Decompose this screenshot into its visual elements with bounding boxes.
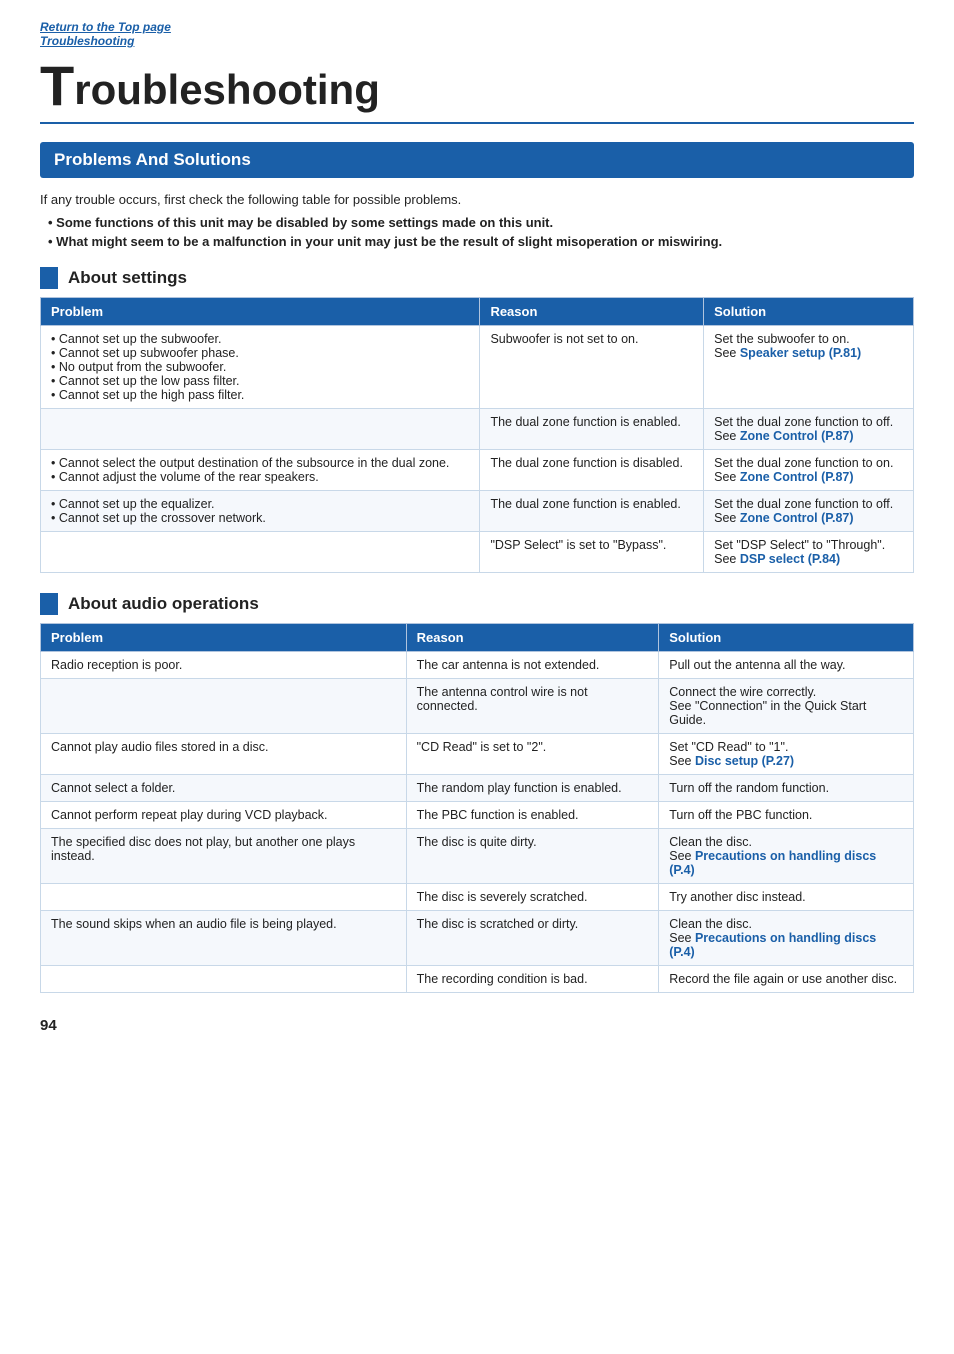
audio-table-row: The disc is severely scratched.Try anoth… xyxy=(41,884,914,911)
settings-reason-cell: The dual zone function is enabled. xyxy=(480,409,704,450)
audio-solution-cell: Pull out the antenna all the way. xyxy=(659,652,914,679)
breadcrumb-link-top[interactable]: Return to the Top page xyxy=(40,20,171,34)
audio-problem-cell xyxy=(41,884,407,911)
audio-solution-link[interactable]: Disc setup (P.27) xyxy=(695,754,794,768)
audio-solution-cell: Clean the disc.See Precautions on handli… xyxy=(659,829,914,884)
settings-table-row: "DSP Select" is set to "Bypass".Set "DSP… xyxy=(41,532,914,573)
settings-reason-cell: Subwoofer is not set to on. xyxy=(480,326,704,409)
audio-reason-cell: The disc is quite dirty. xyxy=(406,829,659,884)
audio-reason-cell: The disc is scratched or dirty. xyxy=(406,911,659,966)
audio-table: Problem Reason Solution Radio reception … xyxy=(40,623,914,993)
about-audio-heading: About audio operations xyxy=(40,593,914,615)
intro-line1: If any trouble occurs, first check the f… xyxy=(40,192,914,207)
audio-col-solution: Solution xyxy=(659,624,914,652)
audio-solution-cell: Turn off the random function. xyxy=(659,775,914,802)
page-title-big-t: T xyxy=(40,58,74,114)
settings-reason-cell: "DSP Select" is set to "Bypass". xyxy=(480,532,704,573)
settings-problem-cell xyxy=(41,409,480,450)
settings-problem-cell xyxy=(41,532,480,573)
page-number: 94 xyxy=(40,1017,914,1034)
settings-table-row: The dual zone function is enabled.Set th… xyxy=(41,409,914,450)
settings-solution-link[interactable]: Zone Control (P.87) xyxy=(740,470,854,484)
settings-table-header-row: Problem Reason Solution xyxy=(41,298,914,326)
settings-reason-cell: The dual zone function is enabled. xyxy=(480,491,704,532)
audio-table-header-row: Problem Reason Solution xyxy=(41,624,914,652)
audio-table-row: The antenna control wire is not connecte… xyxy=(41,679,914,734)
audio-col-problem: Problem xyxy=(41,624,407,652)
intro-bullet1: • Some functions of this unit may be dis… xyxy=(48,215,914,230)
audio-table-row: The sound skips when an audio file is be… xyxy=(41,911,914,966)
audio-reason-cell: The recording condition is bad. xyxy=(406,966,659,993)
settings-reason-cell: The dual zone function is disabled. xyxy=(480,450,704,491)
audio-reason-cell: The disc is severely scratched. xyxy=(406,884,659,911)
audio-solution-cell: Set "CD Read" to "1".See Disc setup (P.2… xyxy=(659,734,914,775)
audio-table-row: Radio reception is poor.The car antenna … xyxy=(41,652,914,679)
main-section-header: Problems And Solutions xyxy=(40,142,914,178)
page-title: Troubleshooting xyxy=(40,58,914,124)
audio-table-row: Cannot perform repeat play during VCD pl… xyxy=(41,802,914,829)
settings-problem-cell: • Cannot set up the subwoofer. • Cannot … xyxy=(41,326,480,409)
audio-solution-cell: Try another disc instead. xyxy=(659,884,914,911)
audio-problem-cell xyxy=(41,966,407,993)
audio-solution-link[interactable]: Precautions on handling discs (P.4) xyxy=(669,931,876,959)
settings-solution-cell: Set the dual zone function to off.See Zo… xyxy=(704,491,914,532)
intro-bullet2: • What might seem to be a malfunction in… xyxy=(48,234,914,249)
settings-solution-cell: Set the dual zone function to off.See Zo… xyxy=(704,409,914,450)
settings-table-row: • Cannot set up the equalizer. • Cannot … xyxy=(41,491,914,532)
subsection-marker-settings xyxy=(40,267,58,289)
audio-solution-cell: Turn off the PBC function. xyxy=(659,802,914,829)
page-title-rest: roubleshooting xyxy=(74,66,380,114)
settings-solution-cell: Set the dual zone function to on.See Zon… xyxy=(704,450,914,491)
audio-reason-cell: The random play function is enabled. xyxy=(406,775,659,802)
audio-table-row: The recording condition is bad.Record th… xyxy=(41,966,914,993)
breadcrumb-link-troubleshooting[interactable]: Troubleshooting xyxy=(40,34,134,48)
settings-problem-cell: • Cannot set up the equalizer. • Cannot … xyxy=(41,491,480,532)
settings-solution-link[interactable]: Speaker setup (P.81) xyxy=(740,346,861,360)
audio-problem-cell: Cannot perform repeat play during VCD pl… xyxy=(41,802,407,829)
settings-problem-cell: • Cannot select the output destination o… xyxy=(41,450,480,491)
audio-problem-cell: Radio reception is poor. xyxy=(41,652,407,679)
settings-table-row: • Cannot set up the subwoofer. • Cannot … xyxy=(41,326,914,409)
breadcrumb: Return to the Top page Troubleshooting xyxy=(40,20,914,48)
settings-solution-link[interactable]: Zone Control (P.87) xyxy=(740,429,854,443)
audio-col-reason: Reason xyxy=(406,624,659,652)
settings-col-reason: Reason xyxy=(480,298,704,326)
about-settings-title: About settings xyxy=(68,268,187,288)
settings-solution-cell: Set the subwoofer to on.See Speaker setu… xyxy=(704,326,914,409)
audio-reason-cell: "CD Read" is set to "2". xyxy=(406,734,659,775)
settings-table: Problem Reason Solution • Cannot set up … xyxy=(40,297,914,573)
audio-solution-link[interactable]: Precautions on handling discs (P.4) xyxy=(669,849,876,877)
settings-col-solution: Solution xyxy=(704,298,914,326)
settings-solution-link[interactable]: Zone Control (P.87) xyxy=(740,511,854,525)
settings-solution-cell: Set "DSP Select" to "Through".See DSP se… xyxy=(704,532,914,573)
about-audio-title: About audio operations xyxy=(68,594,259,614)
audio-reason-cell: The antenna control wire is not connecte… xyxy=(406,679,659,734)
audio-reason-cell: The car antenna is not extended. xyxy=(406,652,659,679)
audio-solution-cell: Clean the disc.See Precautions on handli… xyxy=(659,911,914,966)
audio-table-row: Cannot select a folder.The random play f… xyxy=(41,775,914,802)
audio-solution-cell: Connect the wire correctly.See "Connecti… xyxy=(659,679,914,734)
audio-solution-cell: Record the file again or use another dis… xyxy=(659,966,914,993)
subsection-marker-audio xyxy=(40,593,58,615)
intro-section: If any trouble occurs, first check the f… xyxy=(40,192,914,249)
settings-solution-link[interactable]: DSP select (P.84) xyxy=(740,552,840,566)
audio-problem-cell xyxy=(41,679,407,734)
audio-reason-cell: The PBC function is enabled. xyxy=(406,802,659,829)
audio-problem-cell: The sound skips when an audio file is be… xyxy=(41,911,407,966)
audio-problem-cell: The specified disc does not play, but an… xyxy=(41,829,407,884)
settings-table-row: • Cannot select the output destination o… xyxy=(41,450,914,491)
about-settings-heading: About settings xyxy=(40,267,914,289)
audio-table-row: Cannot play audio files stored in a disc… xyxy=(41,734,914,775)
settings-col-problem: Problem xyxy=(41,298,480,326)
audio-problem-cell: Cannot select a folder. xyxy=(41,775,407,802)
audio-problem-cell: Cannot play audio files stored in a disc… xyxy=(41,734,407,775)
audio-table-row: The specified disc does not play, but an… xyxy=(41,829,914,884)
